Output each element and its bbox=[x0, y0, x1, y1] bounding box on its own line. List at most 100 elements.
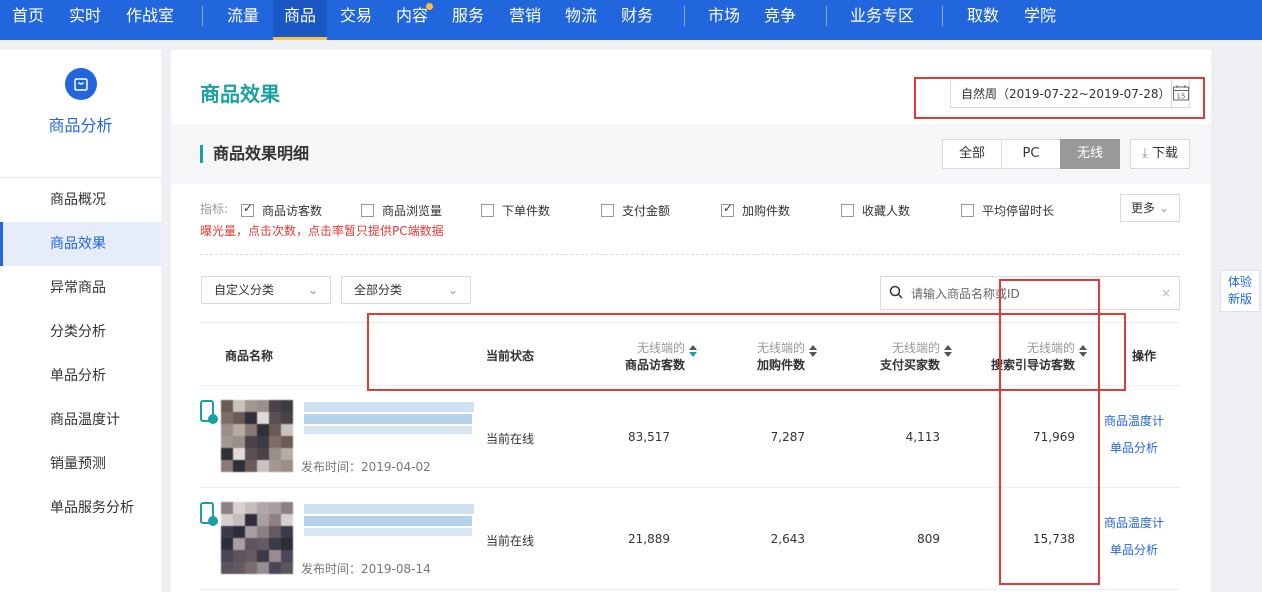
shopping-bag-icon bbox=[64, 68, 97, 100]
sidebar-item-single[interactable]: 单品分析 bbox=[0, 354, 161, 398]
nav-trade[interactable]: 交易 bbox=[340, 0, 372, 40]
thumbnail-pixel bbox=[269, 436, 281, 448]
nav-market[interactable]: 市场 bbox=[708, 0, 740, 40]
nav-business-zone[interactable]: 业务专区 bbox=[850, 0, 914, 40]
single-analysis-link[interactable]: 单品分析 bbox=[1110, 439, 1158, 456]
try-new-version-button[interactable]: 体验 新版 bbox=[1220, 270, 1260, 312]
nav-marketing[interactable]: 营销 bbox=[509, 0, 541, 40]
nav-finance[interactable]: 财务 bbox=[621, 0, 653, 40]
metric-pageviews-checkbox[interactable]: 商品浏览量 bbox=[361, 202, 442, 219]
metric-label: 商品访客数 bbox=[262, 204, 323, 218]
new-dot-icon bbox=[426, 3, 433, 10]
product-name-blurred bbox=[304, 426, 472, 434]
nav-data-fetch[interactable]: 取数 bbox=[967, 0, 999, 40]
thumbnail-pixel bbox=[281, 424, 293, 436]
chevron-down-icon: ⌄ bbox=[307, 283, 318, 297]
thumbnail-pixel bbox=[281, 550, 293, 562]
thumbnail-pixel bbox=[269, 424, 281, 436]
segment-pc[interactable]: PC bbox=[1001, 139, 1061, 169]
publish-time: 发布时间：2019-04-02 bbox=[301, 460, 431, 474]
product-name-blurred bbox=[304, 516, 472, 526]
nav-content[interactable]: 内容 bbox=[396, 0, 428, 40]
product-name-blurred[interactable] bbox=[304, 504, 474, 514]
thumbnail-pixel bbox=[221, 412, 233, 424]
metric-label: 支付金额 bbox=[622, 204, 671, 218]
thumbnail-pixel bbox=[245, 460, 257, 472]
nav-goods[interactable]: 商品 bbox=[273, 0, 328, 40]
thermometer-link[interactable]: 商品温度计 bbox=[1104, 412, 1164, 429]
metric-payment-checkbox[interactable]: 支付金额 bbox=[601, 202, 670, 219]
metric-cart-checkbox[interactable]: 加购件数 bbox=[721, 201, 791, 219]
download-button[interactable]: ⤓ 下载 bbox=[1130, 139, 1190, 169]
sidebar-item-thermometer[interactable]: 商品温度计 bbox=[0, 398, 161, 442]
thumbnail-pixel bbox=[221, 538, 233, 550]
nav-realtime[interactable]: 实时 bbox=[69, 0, 101, 40]
thumbnail-pixel bbox=[233, 400, 245, 412]
more-metrics-button[interactable]: 更多 ⌄ bbox=[1120, 194, 1180, 222]
thumbnail-pixel bbox=[245, 448, 257, 460]
metric-label: 平均停留时长 bbox=[982, 204, 1055, 218]
thumbnail-pixel bbox=[257, 514, 269, 526]
thumbnail-pixel bbox=[269, 502, 281, 514]
cart-cell: 7,287 bbox=[770, 430, 805, 444]
buyers-cell: 809 bbox=[917, 532, 940, 546]
thumbnail-pixel bbox=[281, 514, 293, 526]
sidebar-item-forecast[interactable]: 销量预测 bbox=[0, 442, 161, 486]
sidebar-item-service[interactable]: 单品服务分析 bbox=[0, 486, 161, 530]
sidebar-item-abnormal[interactable]: 异常商品 bbox=[0, 266, 161, 310]
custom-category-select[interactable]: 自定义分类 ⌄ bbox=[201, 276, 331, 304]
nav-traffic[interactable]: 流量 bbox=[227, 0, 259, 40]
thumbnail-pixel bbox=[233, 412, 245, 424]
all-category-select[interactable]: 全部分类 ⌄ bbox=[341, 276, 471, 304]
thumbnail-pixel bbox=[233, 550, 245, 562]
thumbnail-pixel bbox=[257, 538, 269, 550]
metric-visitors-checkbox[interactable]: 商品访客数 bbox=[241, 201, 323, 219]
sidebar-item-overview[interactable]: 商品概况 bbox=[0, 178, 161, 222]
thermometer-link[interactable]: 商品温度计 bbox=[1104, 514, 1164, 531]
nav-home[interactable]: 首页 bbox=[12, 0, 44, 40]
thumbnail-pixel bbox=[281, 562, 293, 574]
product-thumbnail[interactable] bbox=[221, 502, 293, 574]
thumbnail-pixel bbox=[221, 400, 233, 412]
sidebar-title: 商品分析 bbox=[48, 116, 113, 135]
clear-icon[interactable]: × bbox=[1161, 286, 1171, 300]
thumbnail-pixel bbox=[281, 400, 293, 412]
sidebar-item-effect[interactable]: 商品效果 bbox=[0, 222, 161, 266]
select-value: 全部分类 bbox=[354, 283, 403, 297]
nav-divider bbox=[684, 6, 685, 26]
float-label: 体验 bbox=[1227, 275, 1252, 289]
thumbnail-pixel bbox=[269, 526, 281, 538]
product-thumbnail[interactable] bbox=[221, 400, 293, 472]
thumbnail-pixel bbox=[269, 514, 281, 526]
thumbnail-pixel bbox=[281, 436, 293, 448]
segment-all[interactable]: 全部 bbox=[942, 139, 1002, 169]
sidebar-item-category[interactable]: 分类分析 bbox=[0, 310, 161, 354]
thumbnail-pixel bbox=[245, 514, 257, 526]
main-panel: 商品效果 自然周（2019-07-22~2019-07-28） 15 商品效果明… bbox=[171, 50, 1211, 592]
thumbnail-pixel bbox=[257, 460, 269, 472]
select-value: 自定义分类 bbox=[214, 283, 275, 297]
thumbnail-pixel bbox=[269, 460, 281, 472]
status-cell: 当前在线 bbox=[486, 432, 535, 446]
nav-service[interactable]: 服务 bbox=[452, 0, 484, 40]
thumbnail-pixel bbox=[233, 502, 245, 514]
nav-academy[interactable]: 学院 bbox=[1024, 0, 1056, 40]
thumbnail-pixel bbox=[221, 460, 233, 472]
metric-favorites-checkbox[interactable]: 收藏人数 bbox=[841, 202, 910, 219]
nav-war-room[interactable]: 作战室 bbox=[126, 0, 174, 40]
highlight-box-date bbox=[914, 77, 1205, 119]
section-header: 商品效果明细 全部 PC 无线 ⤓ 下载 bbox=[171, 124, 1211, 184]
metric-duration-checkbox[interactable]: 平均停留时长 bbox=[961, 202, 1054, 219]
nav-logistics[interactable]: 物流 bbox=[565, 0, 597, 40]
metric-label: 收藏人数 bbox=[862, 204, 911, 218]
thumbnail-pixel bbox=[221, 514, 233, 526]
metric-orders-checkbox[interactable]: 下单件数 bbox=[481, 202, 550, 219]
single-analysis-link[interactable]: 单品分析 bbox=[1110, 541, 1158, 558]
segment-wireless[interactable]: 无线 bbox=[1060, 139, 1120, 169]
product-name-blurred bbox=[304, 528, 472, 536]
nav-competition[interactable]: 竞争 bbox=[764, 0, 796, 40]
metric-label: 加购件数 bbox=[742, 204, 791, 218]
product-name-blurred bbox=[304, 414, 472, 424]
product-name-blurred[interactable] bbox=[304, 402, 474, 412]
thumbnail-pixel bbox=[245, 526, 257, 538]
